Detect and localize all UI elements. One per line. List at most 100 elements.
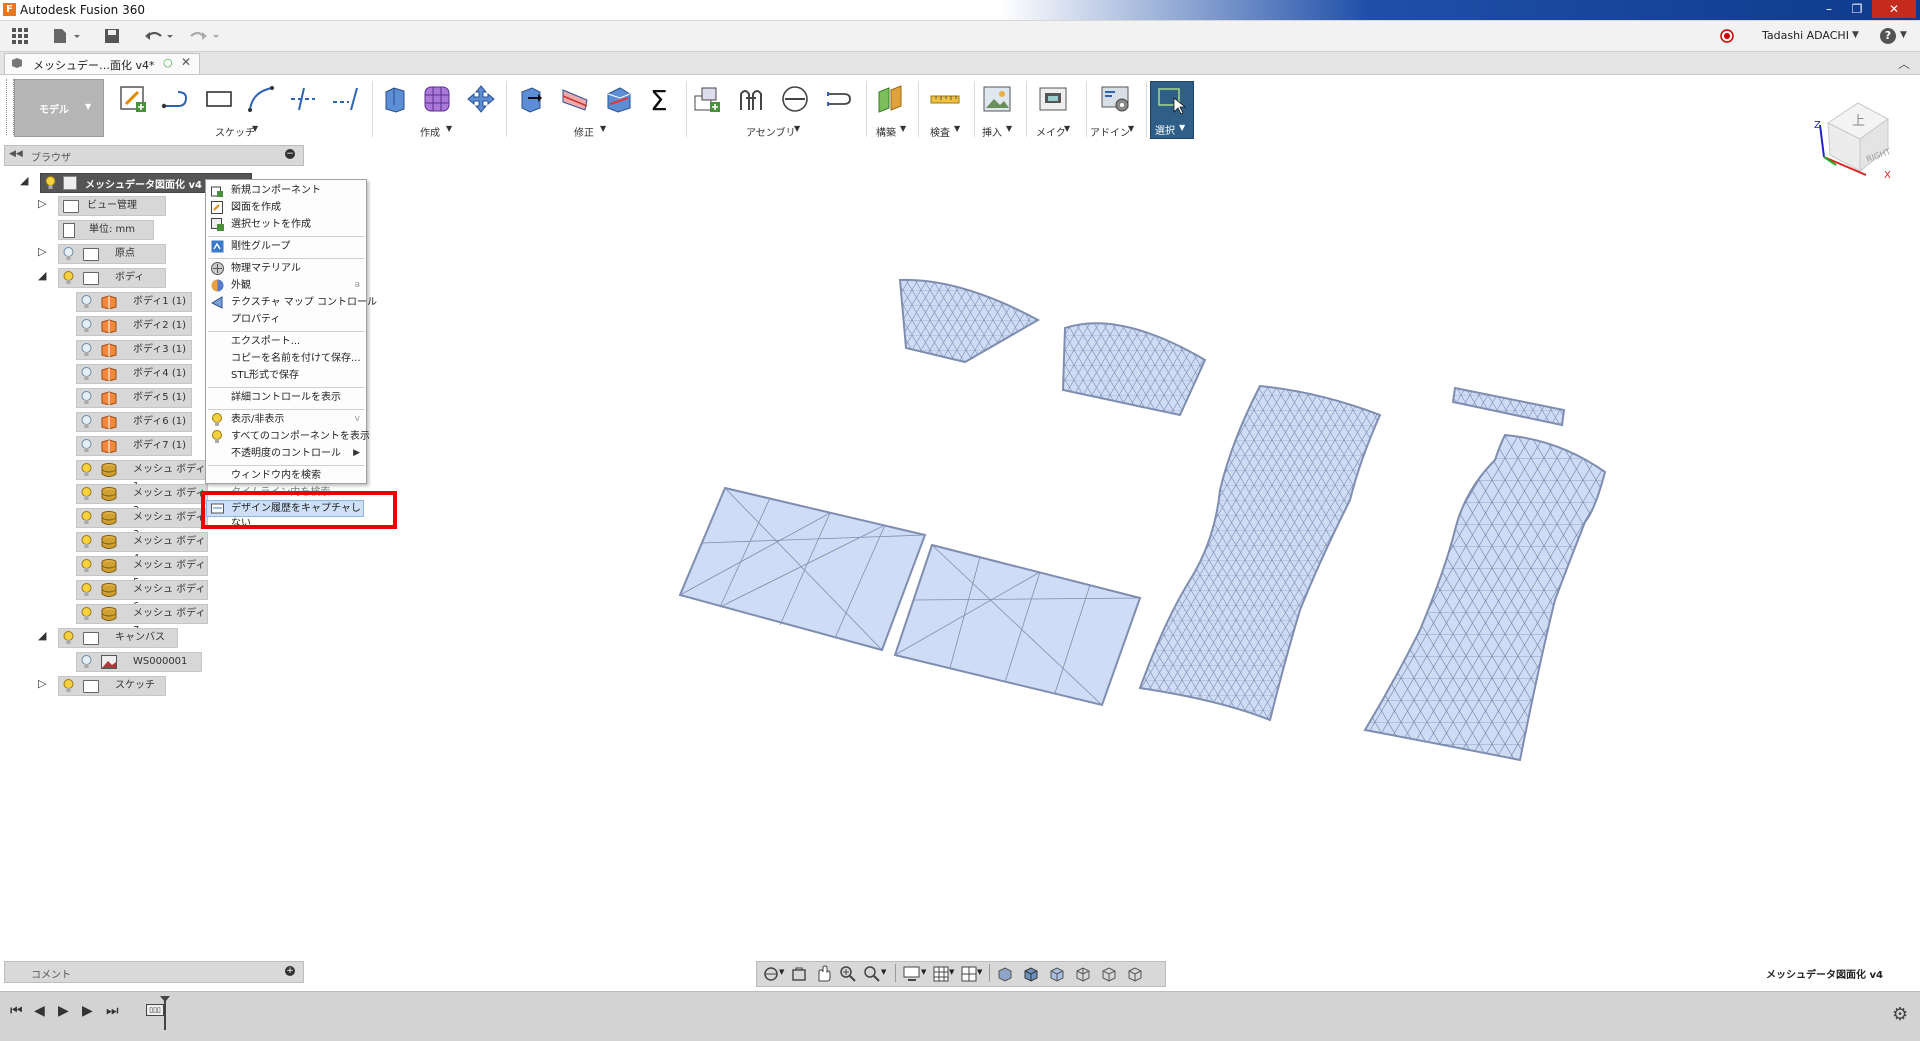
minimize-icon[interactable]: –: [1816, 0, 1842, 18]
compute-all-icon[interactable]: Σ: [646, 84, 676, 117]
hidden-edges-icon[interactable]: [1049, 966, 1065, 982]
tree-row-mesh-body[interactable]: メッシュ ボディ3: [76, 508, 208, 540]
bulb-off-icon[interactable]: [63, 247, 74, 261]
tree-node-mesh-body[interactable]: メッシュ ボディ4: [76, 532, 208, 564]
record-icon[interactable]: [1720, 29, 1734, 43]
user-name[interactable]: Tadashi ADACHI: [1762, 29, 1849, 42]
tree-row-mesh-body[interactable]: メッシュ ボディ2: [76, 484, 208, 516]
menu-item-texture-map[interactable]: テクスチャ マップ コントロール: [206, 294, 377, 311]
tree-node-bodies[interactable]: ボディ: [58, 268, 166, 288]
bulb-icon[interactable]: [81, 607, 92, 621]
tree-node-body[interactable]: ボディ5 (1): [76, 388, 192, 408]
bulb-off-icon[interactable]: [81, 343, 92, 357]
bulb-icon[interactable]: [45, 176, 56, 190]
bulb-icon[interactable]: [81, 463, 92, 477]
as-built-joint-icon[interactable]: [780, 84, 810, 114]
bulb-icon[interactable]: [81, 511, 92, 525]
form-icon[interactable]: [422, 84, 452, 114]
zoom-icon[interactable]: [839, 965, 857, 983]
menu-item-appearance[interactable]: 外観 a: [206, 277, 366, 294]
undo-icon[interactable]: [144, 28, 178, 44]
browser-header[interactable]: ◀◀ ブラウザ −: [4, 145, 304, 166]
collapse-triangle-icon[interactable]: ◢: [20, 174, 28, 187]
tree-row-body[interactable]: ボディ2 (1): [76, 316, 192, 336]
tree-node-body[interactable]: ボディ1 (1): [76, 292, 192, 312]
tree-row-body[interactable]: ボディ6 (1): [76, 412, 192, 432]
inspect-label[interactable]: 検査: [930, 124, 950, 139]
create-label[interactable]: 作成: [420, 124, 440, 139]
tree-row-mesh-body[interactable]: メッシュ ボディ6: [76, 580, 208, 612]
look-at-icon[interactable]: [791, 966, 807, 982]
timeline-marker-head[interactable]: [160, 996, 170, 1002]
shell-icon[interactable]: [604, 84, 634, 114]
help-icon[interactable]: ?: [1880, 28, 1896, 44]
viewport-canvas[interactable]: [660, 260, 1620, 780]
play-icon[interactable]: ▶: [58, 1003, 69, 1019]
tree-node-body[interactable]: ボディ6 (1): [76, 412, 192, 432]
sketch-label[interactable]: スケッチ: [215, 124, 255, 139]
tree-row-body[interactable]: ボディ4 (1): [76, 364, 192, 384]
tree-row-view-manage[interactable]: ▷ ビュー管理: [38, 196, 168, 216]
create-dropdown-icon[interactable]: ▼: [446, 124, 452, 133]
bulb-icon[interactable]: [63, 631, 74, 645]
construct-dropdown-icon[interactable]: ▼: [900, 124, 906, 133]
mesh-body-shape[interactable]: [898, 278, 1041, 364]
tree-node-body[interactable]: ボディ7 (1): [76, 436, 192, 456]
line-icon[interactable]: [160, 84, 190, 114]
restore-icon[interactable]: ❐: [1844, 0, 1870, 18]
addins-dropdown-icon[interactable]: ▼: [1128, 124, 1134, 133]
close-window-icon[interactable]: ✕: [1872, 0, 1916, 18]
mesh-body-shape[interactable]: [893, 543, 1142, 707]
sketch-dropdown-icon[interactable]: ▼: [252, 124, 258, 133]
modify-dropdown-icon[interactable]: ▼: [600, 124, 606, 133]
collapse-toolbar-icon[interactable]: ︿: [1898, 55, 1910, 72]
shaded-icon[interactable]: [997, 966, 1013, 982]
expand-triangle-icon[interactable]: ▷: [38, 677, 46, 690]
bulb-icon[interactable]: [81, 487, 92, 501]
split-face-icon[interactable]: [560, 84, 590, 114]
tree-node-origin[interactable]: 原点: [58, 244, 166, 264]
tree-node-body[interactable]: ボディ2 (1): [76, 316, 192, 336]
viewports-icon[interactable]: [961, 966, 977, 982]
tree-row-body[interactable]: ボディ3 (1): [76, 340, 192, 360]
step-forward-icon[interactable]: ▶: [82, 1003, 93, 1019]
tree-node-mesh-body[interactable]: メッシュ ボディ6: [76, 580, 208, 612]
add-comment-icon[interactable]: +: [285, 966, 295, 976]
bulb-icon[interactable]: [63, 679, 74, 693]
assemble-dropdown-icon[interactable]: ▼: [794, 124, 800, 133]
create-sketch-icon[interactable]: [118, 84, 148, 114]
extend-icon[interactable]: [330, 84, 360, 114]
measure-icon[interactable]: [930, 84, 960, 114]
menu-item-save-copy-as[interactable]: コピーを名前を付けて保存...: [206, 350, 366, 367]
tree-node-body[interactable]: ボディ3 (1): [76, 340, 192, 360]
shaded-edges-icon[interactable]: [1023, 966, 1039, 982]
joint-icon[interactable]: [736, 84, 766, 114]
bulb-off-icon[interactable]: [81, 295, 92, 309]
tree-node-canvas[interactable]: キャンバス: [58, 628, 178, 648]
close-tab-icon[interactable]: ✕: [181, 55, 191, 69]
menu-item-rigid-group[interactable]: 剛性グループ: [206, 238, 366, 255]
addins-label[interactable]: アドイン: [1090, 124, 1130, 139]
go-to-start-icon[interactable]: ⏮: [10, 1003, 23, 1019]
bulb-off-icon[interactable]: [81, 319, 92, 333]
comment-bar[interactable]: コメント +: [4, 961, 304, 983]
step-back-icon[interactable]: ◀: [34, 1003, 45, 1019]
collapse-triangle-icon[interactable]: ◢: [38, 629, 46, 642]
tree-row-canvas[interactable]: ◢ キャンバス: [38, 628, 178, 648]
tree-row-sketch[interactable]: ▷ スケッチ: [38, 676, 178, 696]
tree-node-mesh-body[interactable]: メッシュ ボディ2: [76, 484, 208, 516]
timeline-settings-icon[interactable]: ⚙: [1892, 1004, 1908, 1025]
menu-item-find-in-window[interactable]: ウィンドウ内を検索: [206, 467, 366, 484]
grid-dropdown-icon[interactable]: ▼: [949, 968, 954, 976]
menu-item-opacity-control[interactable]: 不透明度のコントロール ▶: [206, 445, 366, 462]
menu-item-show-detail-control[interactable]: 詳細コントロールを表示: [206, 389, 366, 406]
menu-item-show-all-components[interactable]: すべてのコンポーネントを表示: [206, 428, 370, 445]
bulb-icon[interactable]: [63, 271, 74, 285]
viewcube-top-face[interactable]: 上: [1852, 110, 1865, 129]
menu-item-show-hide[interactable]: 表示/非表示 v: [206, 411, 366, 428]
tree-row-mesh-body[interactable]: メッシュ ボディ4: [76, 532, 208, 564]
tree-node-canvas-item[interactable]: WS000001: [76, 652, 202, 672]
bulb-off-icon[interactable]: [81, 415, 92, 429]
trim-icon[interactable]: [288, 84, 318, 114]
tree-row-mesh-body[interactable]: メッシュ ボディ7: [76, 604, 208, 636]
